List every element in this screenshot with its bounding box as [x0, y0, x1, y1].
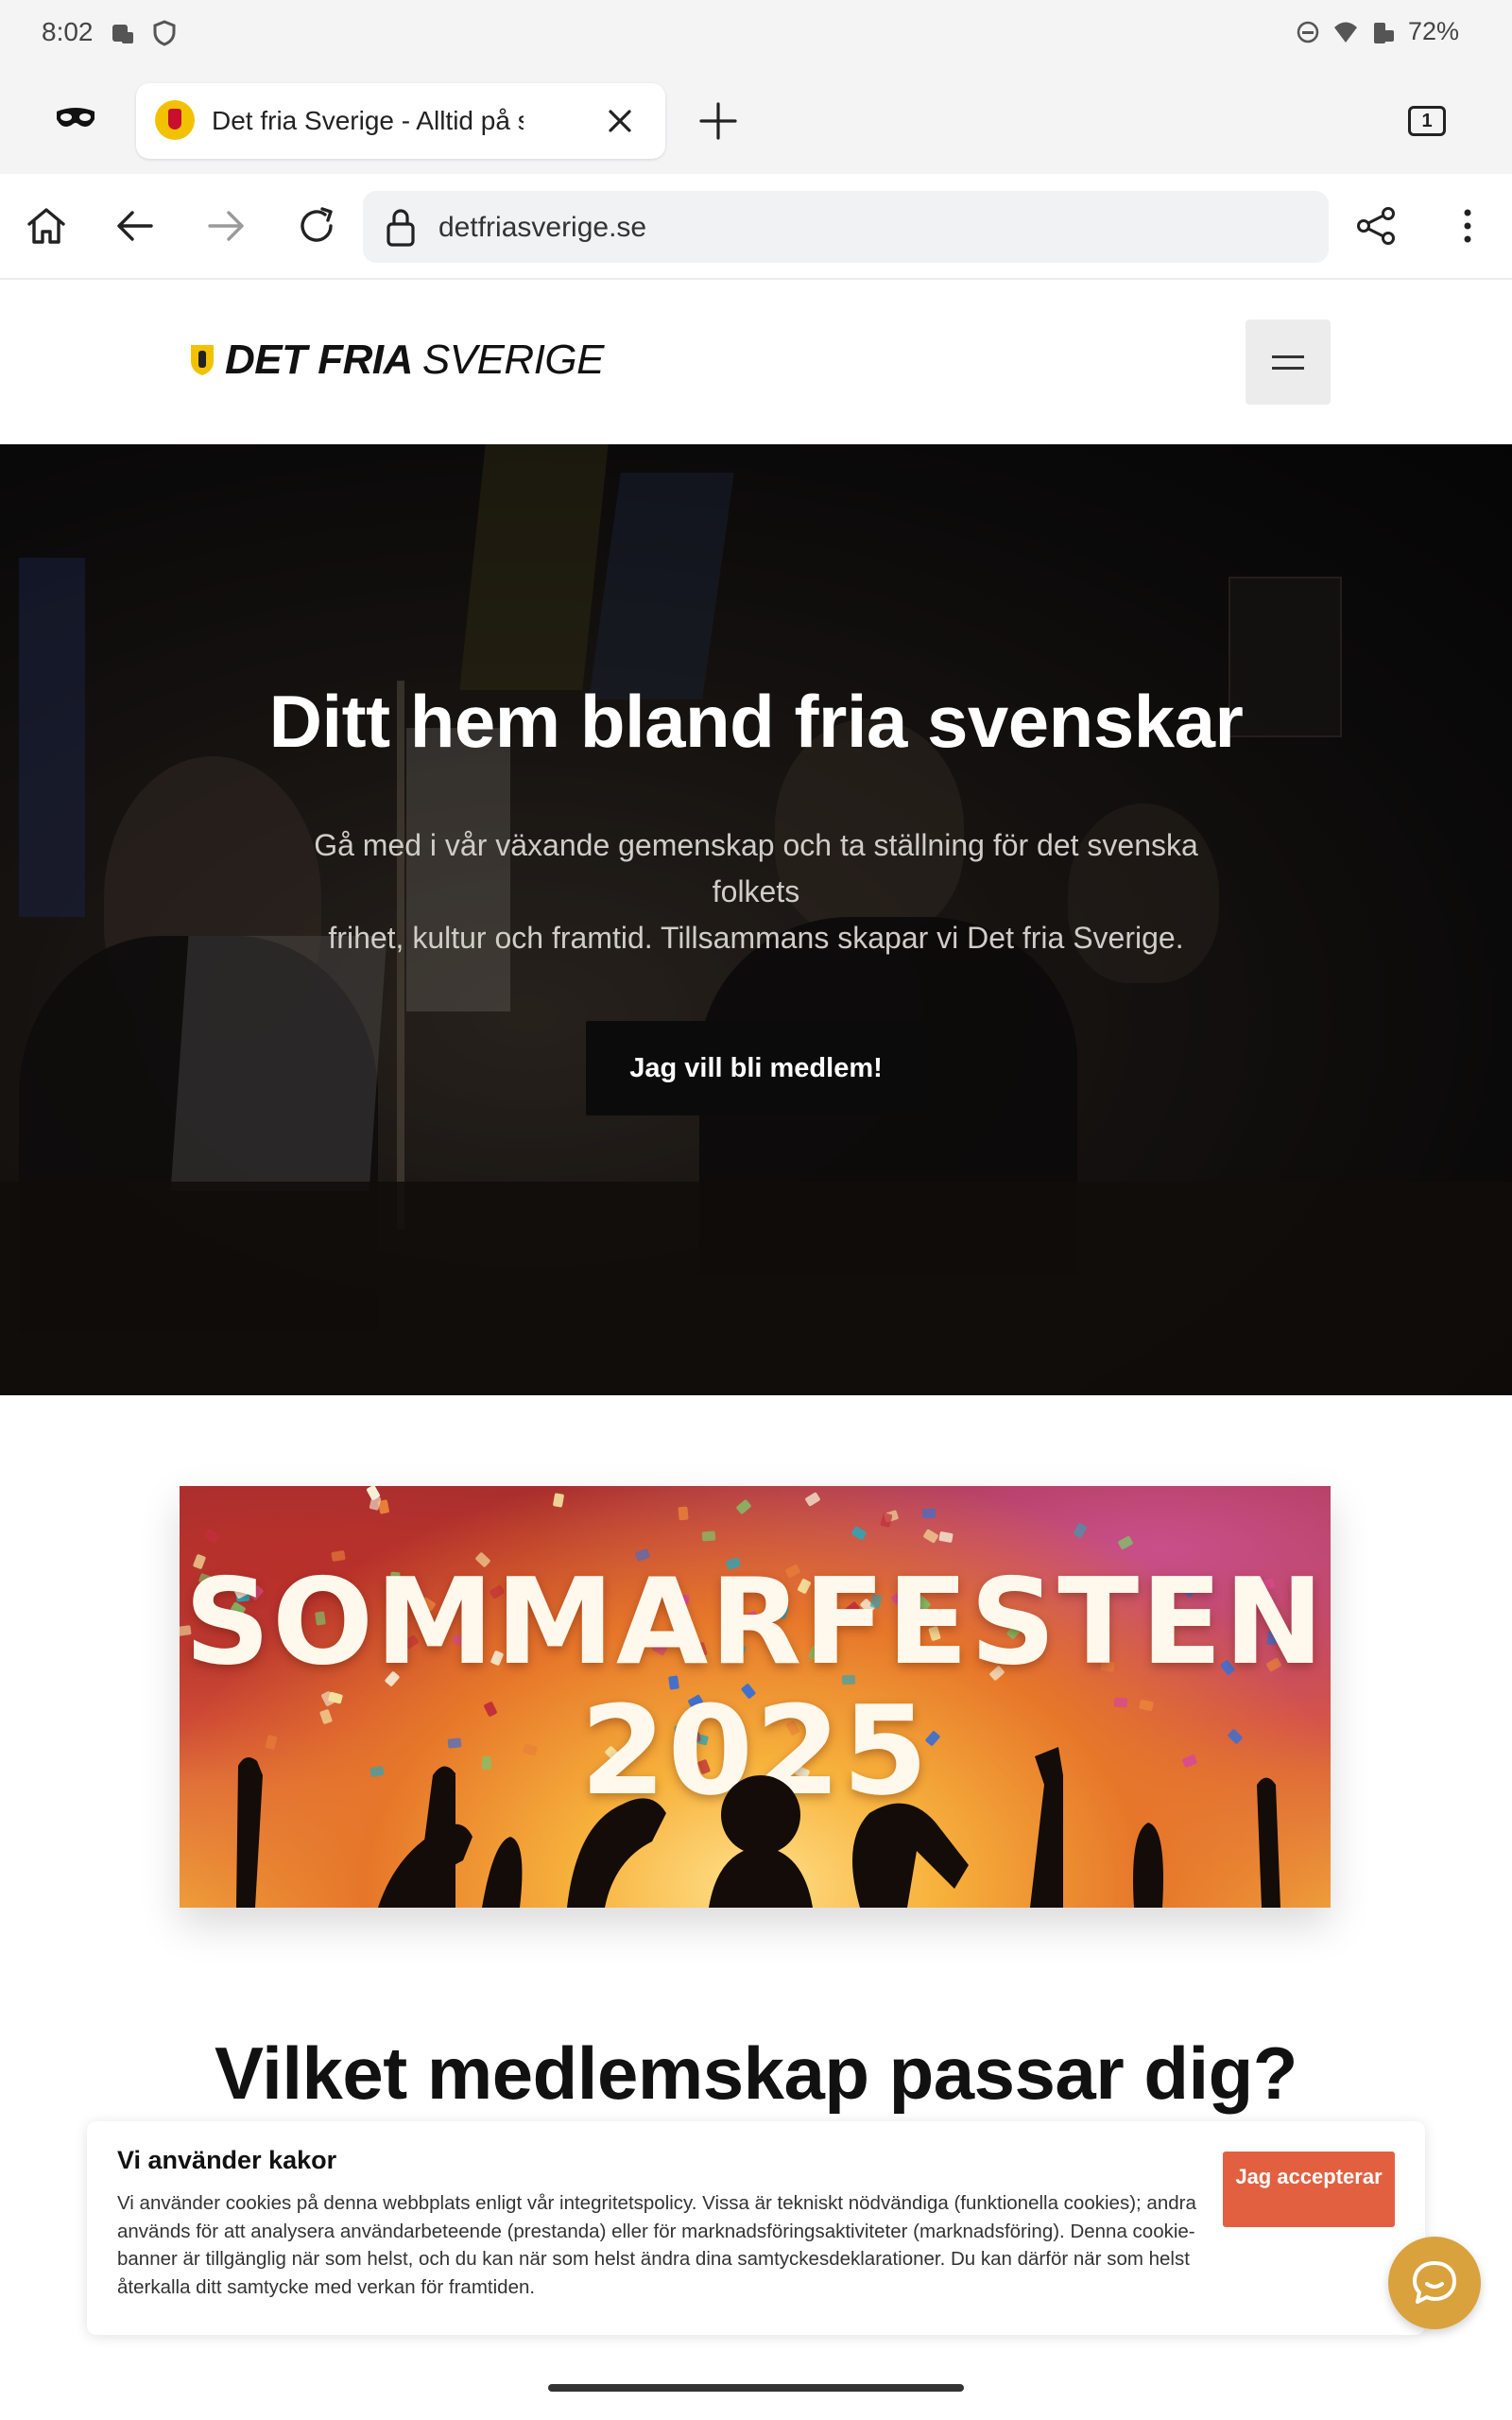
- do-not-disturb-icon: [1297, 21, 1319, 43]
- battery-percentage: 72%: [1407, 17, 1459, 45]
- confetti-piece: [921, 1508, 936, 1519]
- confetti-piece: [880, 1512, 893, 1529]
- more-options-icon[interactable]: [1444, 202, 1491, 250]
- confetti-piece: [735, 1498, 752, 1515]
- home-icon[interactable]: [23, 202, 70, 250]
- hero-title: Ditt hem bland fria svenskar: [268, 680, 1244, 763]
- lock-icon[interactable]: [384, 206, 418, 248]
- share-icon[interactable]: [1353, 202, 1400, 250]
- cookie-title: Vi använder kakor: [117, 2146, 337, 2174]
- sommarfesten-banner[interactable]: SOMMARFESTEN 2025: [180, 1486, 1331, 1908]
- menu-line-icon: [1272, 355, 1304, 358]
- cookie-consent-banner: Vi använder kakor Vi använder cookies på…: [87, 2121, 1425, 2335]
- new-tab-icon[interactable]: [697, 100, 739, 142]
- active-tab[interactable]: Det fria Sverige - Alltid på svenskarnas…: [136, 83, 665, 159]
- confetti-piece: [678, 1506, 689, 1521]
- tab-strip: Det fria Sverige - Alltid på svenskarnas…: [0, 68, 1512, 174]
- status-bar: 8:02 72%: [0, 0, 1512, 68]
- hero-subtitle-line-1: Gå med i vår växande gemenskap och ta st…: [314, 828, 1198, 908]
- confetti-piece: [938, 1530, 954, 1544]
- site-header: DET FRIA SVERIGE: [0, 282, 1512, 444]
- reload-icon[interactable]: [293, 202, 340, 250]
- incognito-icon[interactable]: [55, 106, 96, 132]
- confetti-piece: [203, 1528, 220, 1545]
- site-logo[interactable]: DET FRIA SVERIGE: [189, 337, 605, 384]
- hamburger-menu-button[interactable]: [1246, 320, 1331, 405]
- confetti-piece: [804, 1492, 821, 1507]
- crowd-silhouette-image: [236, 1747, 1280, 1908]
- logo-shield-icon: [191, 345, 214, 375]
- membership-heading: Vilket medlemskap passar dig?: [215, 2031, 1297, 2115]
- site-favicon-icon: [155, 100, 195, 140]
- confetti-piece: [1073, 1522, 1088, 1539]
- battery-icon: [1373, 22, 1394, 43]
- status-time: 8:02: [42, 17, 94, 46]
- url-text: detfriasverige.se: [438, 212, 647, 243]
- confetti-piece: [850, 1526, 868, 1541]
- back-icon[interactable]: [112, 202, 159, 250]
- forward-icon[interactable]: [202, 202, 249, 250]
- tab-count-button[interactable]: 1: [1408, 106, 1446, 136]
- hero-subtitle: Gå med i vår växande gemenskap och ta st…: [284, 822, 1228, 961]
- banner-title: SOMMARFESTEN: [184, 1552, 1326, 1691]
- logo-text-bold: DET FRIA: [225, 337, 413, 383]
- browser-toolbar: detfriasverige.se: [0, 174, 1512, 280]
- wifi-icon: [1333, 22, 1357, 43]
- menu-line-icon: [1272, 367, 1304, 370]
- hero-subtitle-line-2: frihet, kultur och framtid. Tillsammans …: [328, 921, 1184, 955]
- confetti-piece: [1117, 1535, 1134, 1550]
- shield-icon: [153, 20, 176, 46]
- confetti-piece: [552, 1493, 565, 1508]
- hero-section: Ditt hem bland fria svenskar Gå med i vå…: [0, 444, 1512, 1395]
- confetti-piece: [701, 1530, 716, 1542]
- address-bar[interactable]: detfriasverige.se: [363, 191, 1329, 263]
- logo-text-light: SVERIGE: [421, 337, 605, 383]
- cookie-description: Vi använder cookies på denna webbplats e…: [117, 2192, 1196, 2298]
- accept-cookies-button[interactable]: Jag accepterar: [1223, 2152, 1395, 2227]
- tab-title: Det fria Sverige - Alltid på svenskarnas…: [212, 106, 524, 135]
- work-profile-icon: [112, 25, 133, 43]
- chat-bubble-icon: [1413, 2261, 1456, 2304]
- gesture-home-indicator[interactable]: [548, 2384, 964, 2392]
- close-tab-icon[interactable]: [603, 104, 637, 138]
- become-member-button[interactable]: Jag vill bli medlem!: [586, 1021, 926, 1115]
- confetti-piece: [922, 1529, 939, 1544]
- chat-support-button[interactable]: [1388, 2237, 1481, 2329]
